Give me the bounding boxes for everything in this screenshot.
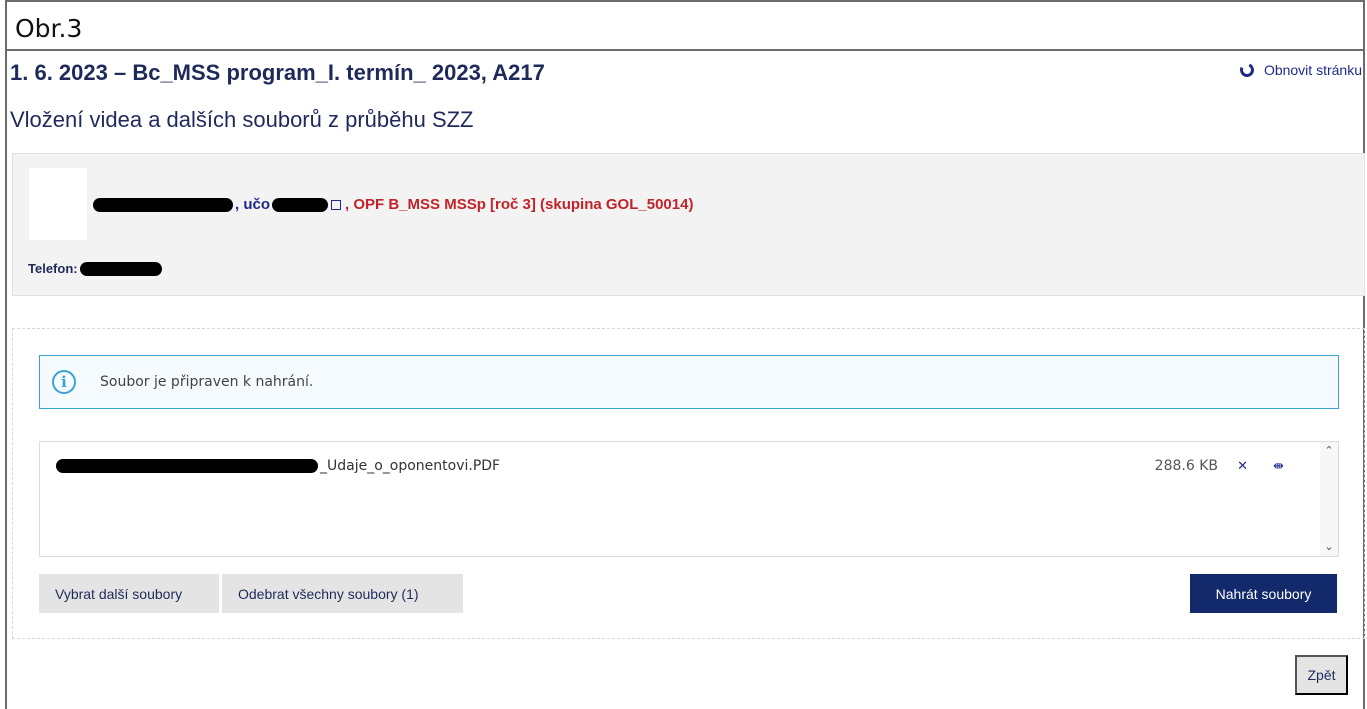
select-more-files-button[interactable]: Vybrat další soubory: [39, 574, 219, 613]
redacted-name: [93, 197, 233, 212]
upload-files-button[interactable]: Nahrát soubory: [1190, 574, 1337, 613]
refresh-link[interactable]: Obnovit stránku: [1237, 61, 1362, 79]
redacted-uco[interactable]: [272, 197, 329, 212]
file-list-scrollbar[interactable]: ⌃ ⌄: [1320, 442, 1338, 556]
info-message: Soubor je připraven k nahrání.: [100, 374, 314, 390]
refresh-icon: [1237, 61, 1256, 79]
redacted-phone: [79, 261, 162, 276]
refresh-label: Obnovit stránku: [1263, 62, 1362, 78]
chevron-up-icon[interactable]: ⌃: [1323, 445, 1335, 457]
page-title: 1. 6. 2023 – Bc_MSS program_I. termín_ 2…: [10, 60, 545, 85]
info-alert: i Soubor je připraven k nahrání.: [39, 355, 1339, 409]
phone-label: Telefon:: [28, 261, 78, 276]
person-info-panel: , učo , OPF B_MSS MSSp [roč 3] (skupina …: [12, 153, 1365, 296]
figure-caption-bar: Obr.3: [5, 0, 1365, 51]
avatar: [29, 168, 87, 240]
upload-area: i Soubor je připraven k nahrání. _Udaje_…: [12, 328, 1365, 639]
info-icon: i: [52, 370, 76, 394]
remove-icon[interactable]: ✕: [1237, 459, 1248, 474]
file-size: 288.6 KB: [1154, 458, 1218, 474]
figure-label: Obr.3: [15, 14, 83, 43]
move-icon[interactable]: ⇼: [1273, 459, 1284, 474]
file-name: _Udaje_o_oponentovi.PDF: [320, 458, 501, 474]
chevron-down-icon[interactable]: ⌄: [1323, 541, 1335, 553]
remove-all-files-button[interactable]: Odebrat všechny soubory (1): [222, 574, 463, 613]
file-row: _Udaje_o_oponentovi.PDF 288.6 KB ✕ ⇼: [56, 456, 1298, 476]
file-list: _Udaje_o_oponentovi.PDF 288.6 KB ✕ ⇼ ⌃ ⌄: [39, 441, 1339, 557]
external-link-icon[interactable]: [331, 199, 342, 210]
back-button[interactable]: Zpět: [1295, 655, 1348, 695]
redacted-file-prefix: [56, 459, 318, 473]
page-subtitle: Vložení videa a dalších souborů z průběh…: [10, 107, 474, 132]
uco-label: , učo: [235, 196, 271, 213]
phone-line: Telefon:: [28, 261, 162, 276]
person-line: , učo , OPF B_MSS MSSp [roč 3] (skupina …: [93, 196, 693, 213]
study-info: , OPF B_MSS MSSp [roč 3] (skupina GOL_50…: [345, 196, 694, 213]
